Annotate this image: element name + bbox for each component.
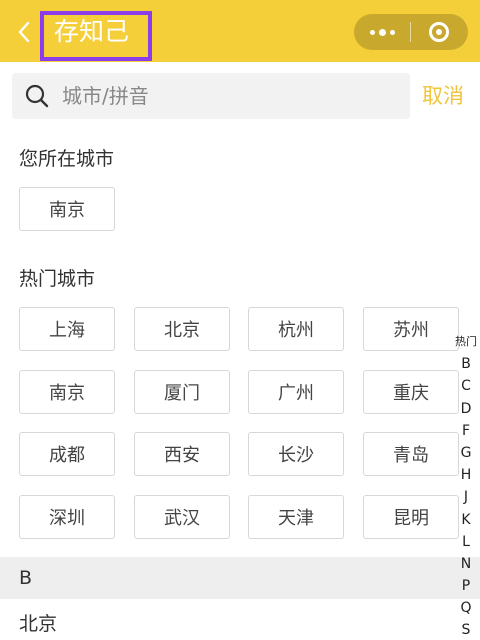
page-title: 存知己 xyxy=(54,17,130,46)
hot-city-button[interactable]: 南京 xyxy=(19,370,115,414)
index-letter[interactable]: C xyxy=(452,375,480,397)
header-bar: 存知己 xyxy=(0,0,480,62)
index-letter[interactable]: L xyxy=(452,531,480,553)
group-letter: B xyxy=(19,567,33,589)
search-input[interactable] xyxy=(62,84,392,108)
hot-city-button[interactable]: 广州 xyxy=(248,370,344,414)
current-city-button[interactable]: 南京 xyxy=(19,187,115,231)
hot-city-button[interactable]: 杭州 xyxy=(248,307,344,351)
index-letter[interactable]: G xyxy=(452,442,480,464)
index-letter[interactable]: H xyxy=(452,464,480,486)
hot-city-button[interactable]: 上海 xyxy=(19,307,115,351)
index-letter[interactable]: J xyxy=(452,486,480,508)
alphabet-index-bar: 热门 B C D F G H J K L N P Q S xyxy=(452,331,480,640)
current-city-label: 您所在城市 xyxy=(19,148,115,170)
index-letter[interactable]: F xyxy=(452,420,480,442)
index-letter[interactable]: P xyxy=(452,575,480,597)
hot-city-button[interactable]: 青岛 xyxy=(363,432,459,476)
index-letter[interactable]: Q xyxy=(452,597,480,619)
index-letter[interactable]: D xyxy=(452,398,480,420)
city-list-item[interactable]: 北京 xyxy=(19,612,57,636)
chevron-left-icon xyxy=(18,21,30,43)
cancel-button[interactable]: 取消 xyxy=(422,82,464,110)
hot-city-button[interactable]: 武汉 xyxy=(134,495,230,539)
index-letter[interactable]: S xyxy=(452,619,480,640)
hot-city-button[interactable]: 昆明 xyxy=(363,495,459,539)
close-button[interactable] xyxy=(411,14,467,50)
back-button[interactable] xyxy=(12,18,36,46)
hot-city-button[interactable]: 西安 xyxy=(134,432,230,476)
search-box xyxy=(12,73,410,119)
index-letter[interactable]: N xyxy=(452,553,480,575)
search-icon xyxy=(12,73,62,119)
target-circle-icon xyxy=(429,22,449,42)
city-picker-page: 存知己 取消 您所在城市 南京 热门城市 上海北京杭州苏州南京厦门广州重庆成都西… xyxy=(0,0,480,640)
hot-city-button[interactable]: 北京 xyxy=(134,307,230,351)
index-letter[interactable]: K xyxy=(452,509,480,531)
mini-program-capsule xyxy=(354,14,468,50)
hot-city-button[interactable]: 厦门 xyxy=(134,370,230,414)
hot-city-button[interactable]: 长沙 xyxy=(248,432,344,476)
hot-city-button[interactable]: 深圳 xyxy=(19,495,115,539)
hot-city-button[interactable]: 天津 xyxy=(248,495,344,539)
index-letter[interactable]: B xyxy=(452,353,480,375)
hot-city-button[interactable]: 重庆 xyxy=(363,370,459,414)
hot-city-button[interactable]: 苏州 xyxy=(363,307,459,351)
hot-cities-label: 热门城市 xyxy=(19,268,96,290)
more-button[interactable] xyxy=(354,14,410,50)
group-header-b: B xyxy=(0,557,480,599)
more-dots-icon xyxy=(369,29,375,35)
index-letter[interactable]: 热门 xyxy=(452,331,480,353)
hot-city-button[interactable]: 成都 xyxy=(19,432,115,476)
